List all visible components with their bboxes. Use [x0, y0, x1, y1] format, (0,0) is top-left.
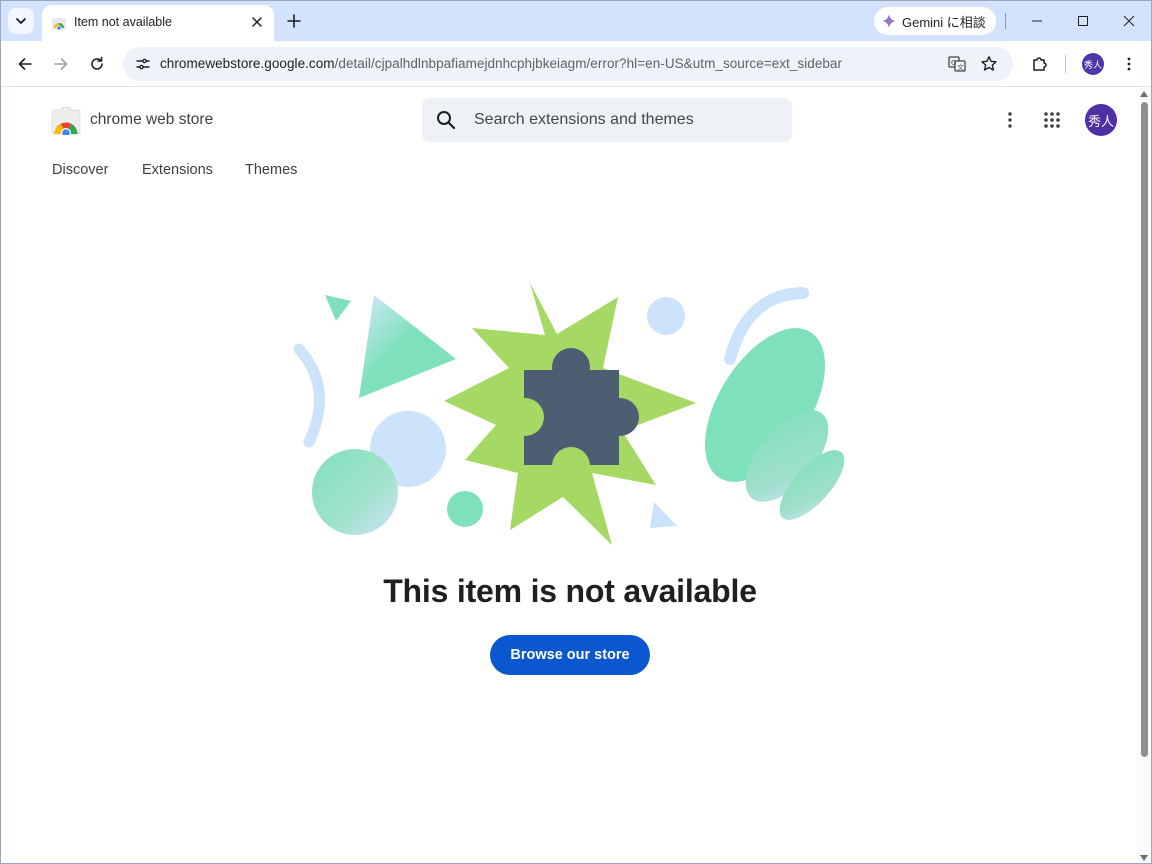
mint-circle [312, 449, 398, 535]
maximize-icon [1078, 16, 1088, 26]
address-bar[interactable]: chromewebstore.google.com/detail/cjpalhd… [123, 47, 1013, 81]
nav-discover[interactable]: Discover [52, 162, 108, 178]
more-vert-icon [1127, 57, 1131, 71]
scroll-up-arrow-icon[interactable] [1140, 91, 1148, 97]
chrome-web-store-logo[interactable] [51, 107, 81, 135]
store-more-button[interactable] [998, 108, 1022, 132]
more-vert-icon [1008, 112, 1012, 128]
search-placeholder: Search extensions and themes [474, 111, 694, 128]
scroll-down-arrow-icon[interactable] [1140, 855, 1148, 861]
gemini-sparkle-icon [882, 14, 896, 28]
scroll-thumb[interactable] [1141, 102, 1148, 757]
store-name[interactable]: chrome web store [90, 111, 213, 129]
plus-icon [287, 14, 301, 28]
nav-themes[interactable]: Themes [245, 162, 297, 178]
tab-title: Item not available [74, 15, 172, 29]
star-icon [981, 56, 997, 71]
extensions-button[interactable] [1028, 52, 1052, 76]
gemini-button[interactable]: Gemini に相談 [874, 7, 996, 35]
url-text[interactable]: chromewebstore.google.com/detail/cjpalhd… [160, 56, 842, 71]
site-info-button[interactable] [131, 52, 155, 76]
arrow-right-icon [54, 58, 68, 70]
error-illustration [293, 283, 845, 545]
store-search-input[interactable]: Search extensions and themes [422, 98, 792, 142]
small-mint-triangle [325, 295, 351, 321]
translate-icon: G文 [948, 56, 966, 72]
gemini-label: Gemini に相談 [902, 14, 986, 30]
mint-leaf-shape [705, 328, 845, 520]
tab-search-button[interactable] [8, 8, 34, 34]
close-icon [252, 17, 262, 27]
browser-toolbar: chromewebstore.google.com/detail/cjpalhd… [1, 41, 1151, 87]
large-gradient-triangle [359, 295, 456, 398]
error-heading: This item is not available [383, 573, 757, 609]
window-close-button[interactable] [1117, 9, 1141, 33]
tune-icon [136, 58, 150, 70]
url-host: chromewebstore.google.com [160, 56, 335, 71]
active-tab[interactable]: Item not available [42, 5, 274, 41]
minimize-icon [1032, 20, 1042, 22]
puzzle-icon [1033, 57, 1047, 71]
chevron-down-icon [16, 18, 26, 24]
maximize-button[interactable] [1071, 9, 1095, 33]
tab-strip: Item not available Gemini に相談 [1, 1, 1151, 41]
page-content: chrome web store Search extensions and t… [2, 88, 1138, 863]
minimize-button[interactable] [1025, 9, 1049, 33]
small-mint-dot [447, 491, 483, 527]
new-tab-button[interactable] [283, 10, 305, 32]
arrow-left-icon [18, 58, 32, 70]
tab-close-button[interactable] [248, 13, 266, 31]
chrome-web-store-favicon [52, 18, 66, 31]
apps-grid-icon [1044, 112, 1060, 128]
svg-text:文: 文 [957, 63, 964, 72]
bookmark-button[interactable] [977, 52, 1001, 76]
nav-extensions[interactable]: Extensions [142, 162, 213, 178]
url-path: /detail/cjpalhdlnbpafiamejdnhcphjbkeiagm… [334, 56, 843, 71]
translate-button[interactable]: G文 [945, 52, 969, 76]
svg-text:G: G [951, 59, 956, 67]
page-scrollbar[interactable] [1138, 88, 1151, 863]
profile-button[interactable]: 秀人 [1082, 53, 1104, 75]
small-blue-triangle [650, 502, 677, 528]
search-icon [437, 111, 456, 130]
reload-button[interactable] [85, 52, 109, 76]
account-avatar[interactable]: 秀人 [1085, 104, 1117, 136]
back-button[interactable] [13, 52, 37, 76]
browser-menu-button[interactable] [1117, 52, 1141, 76]
strip-divider [1005, 13, 1006, 29]
small-blue-dot [647, 297, 685, 335]
forward-button[interactable] [49, 52, 73, 76]
google-apps-button[interactable] [1040, 108, 1064, 132]
close-icon [1123, 15, 1135, 27]
browser-window: Item not available Gemini に相談 chromewebs… [0, 0, 1152, 864]
toolbar-divider [1065, 55, 1066, 73]
browse-store-button[interactable]: Browse our store [490, 635, 650, 675]
reload-icon [91, 56, 103, 70]
left-arc [293, 343, 325, 448]
